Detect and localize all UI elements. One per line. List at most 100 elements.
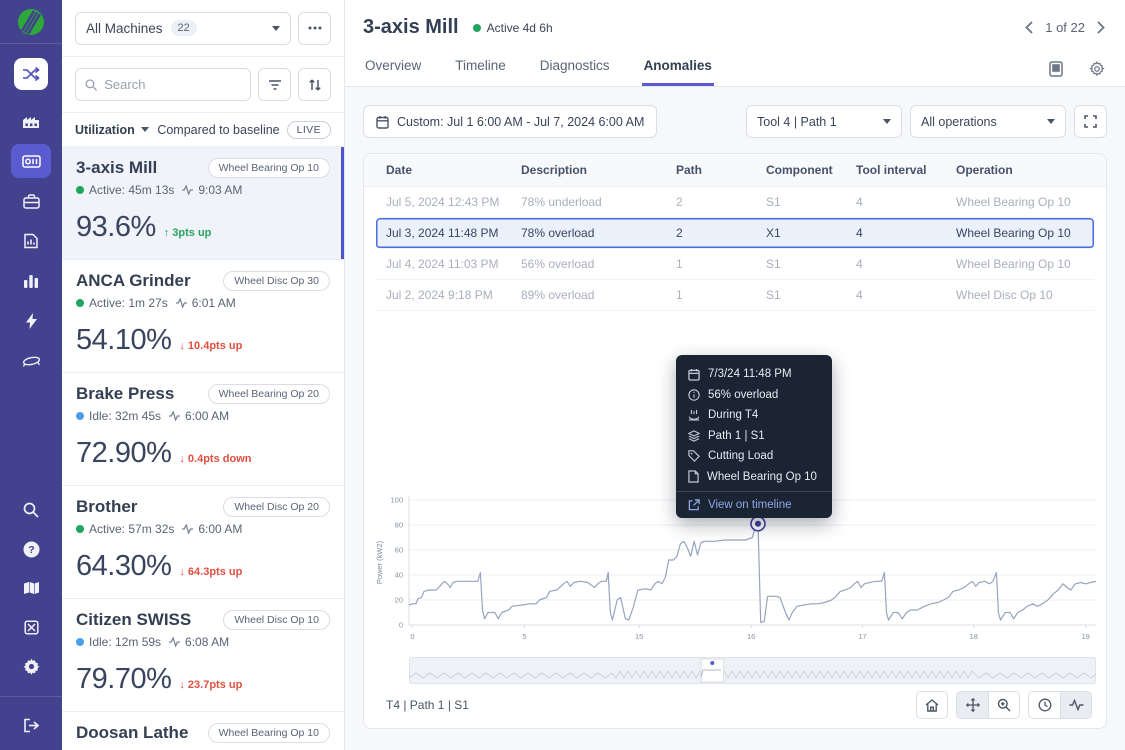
sidebar-item-logout[interactable] — [11, 708, 51, 742]
status-text: Active: 45m 13s — [89, 183, 174, 197]
time-view-button[interactable] — [1029, 692, 1060, 718]
activity-pulse-icon — [182, 185, 193, 195]
utilization-delta: ↑ 3pts up — [164, 227, 212, 239]
status-text: Idle: 32m 45s — [89, 409, 161, 423]
operations-dropdown[interactable]: All operations — [910, 105, 1066, 138]
tab-bar: Overview Timeline Diagnostics Anomalies — [345, 50, 1125, 86]
operation-pill: Wheel Bearing Op 10 — [208, 723, 330, 743]
sidebar-item-analytics[interactable] — [11, 264, 51, 298]
sidebar-item-map[interactable] — [11, 571, 51, 605]
tooltip-tool-interval: During T4 — [708, 409, 758, 421]
pan-mode-button[interactable] — [957, 692, 988, 718]
sidebar-item-factory[interactable] — [11, 104, 51, 138]
machine-name: Brake Press — [76, 384, 174, 404]
pan-arrows-icon — [966, 698, 980, 712]
machine-name: ANCA Grinder — [76, 271, 191, 291]
shuffle-button[interactable] — [14, 58, 48, 90]
tab-anomalies[interactable]: Anomalies — [642, 50, 714, 86]
fullscreen-button[interactable] — [1074, 105, 1107, 138]
sidebar-item-settings[interactable] — [11, 649, 51, 683]
app-logo[interactable] — [0, 0, 62, 44]
metric-dropdown[interactable]: Utilization — [75, 123, 149, 137]
brand-logo-icon — [16, 7, 46, 37]
anomalies-card: Date Description Path Component Tool int… — [363, 153, 1107, 729]
tab-timeline[interactable]: Timeline — [453, 50, 508, 86]
zoom-mode-button[interactable] — [988, 692, 1019, 718]
machine-card-brake-press[interactable]: Brake Press Wheel Bearing Op 20 Idle: 32… — [62, 373, 344, 486]
ellipsis-icon — [308, 26, 322, 30]
col-date: Date — [386, 163, 521, 177]
more-options-button[interactable] — [298, 12, 331, 45]
machine-card-brother[interactable]: Brother Wheel Disc Op 20 Active: 57m 32s… — [62, 486, 344, 599]
chart-context-label: T4 | Path 1 | S1 — [386, 698, 469, 712]
svg-text:18: 18 — [970, 632, 978, 641]
report-document-icon — [24, 233, 38, 249]
filter-button[interactable] — [258, 68, 291, 101]
sidebar-item-toolbox[interactable] — [11, 184, 51, 218]
status-time: 6:00 AM — [185, 409, 229, 423]
operation-pill: Wheel Disc Op 20 — [223, 497, 330, 517]
gear-icon — [23, 658, 40, 675]
utilization-percent: 54.10% — [76, 324, 171, 357]
sidebar-item-machines[interactable] — [11, 144, 51, 178]
toolbox-icon — [23, 194, 40, 209]
signal-view-button[interactable] — [1060, 692, 1091, 718]
chevron-down-icon — [883, 119, 891, 124]
svg-text:15: 15 — [635, 632, 643, 641]
machine-card-citizen-swiss[interactable]: Citizen SWISS Wheel Disc Op 10 Idle: 12m… — [62, 599, 344, 712]
sidebar-item-power[interactable] — [11, 304, 51, 338]
svg-text:16: 16 — [747, 632, 755, 641]
tooltip-operation: Wheel Bearing Op 10 — [707, 471, 817, 483]
zoom-in-icon — [997, 698, 1011, 712]
shuffle-icon — [22, 66, 40, 82]
tab-overview[interactable]: Overview — [363, 50, 423, 86]
table-row[interactable]: Jul 5, 2024 12:43 PM78% underload 2S1 4W… — [376, 187, 1094, 218]
machine-card-3-axis-mill[interactable]: 3-axis Mill Wheel Bearing Op 10 Active: … — [62, 147, 344, 260]
container-box-icon — [24, 620, 39, 635]
utilization-delta: ↓ 10.4pts up — [179, 340, 242, 352]
factory-icon — [22, 113, 40, 129]
activity-pulse-icon — [169, 411, 180, 421]
chart-minimap[interactable] — [409, 657, 1096, 689]
sidebar-item-help[interactable]: ? — [11, 532, 51, 566]
date-range-button[interactable]: Custom: Jul 1 6:00 AM - Jul 7, 2024 6:00… — [363, 105, 657, 138]
sidebar-item-integrations[interactable] — [11, 610, 51, 644]
svg-text:Power (kW2): Power (kW2) — [375, 540, 384, 584]
reset-view-button[interactable] — [916, 691, 948, 719]
table-row[interactable]: Jul 2, 2024 9:18 PM89% overload 1S1 4Whe… — [376, 280, 1094, 311]
bolt-icon — [25, 313, 38, 329]
bar-chart-icon — [23, 274, 39, 289]
status-text: Active: 1m 27s — [89, 296, 168, 310]
view-on-timeline-link[interactable]: View on timeline — [676, 491, 832, 518]
search-icon — [85, 78, 97, 92]
tag-icon — [688, 450, 700, 462]
status-time: 6:01 AM — [192, 296, 236, 310]
sidebar-item-search[interactable] — [11, 493, 51, 527]
fullscreen-icon — [1084, 115, 1097, 128]
main-area: 3-axis Mill Active 4d 6h 1 of 22 Overvie… — [345, 0, 1125, 750]
machine-search[interactable] — [75, 68, 251, 101]
next-machine-button[interactable] — [1097, 21, 1105, 34]
kiosk-display-button[interactable] — [1049, 61, 1063, 77]
machine-card-doosan-lathe[interactable]: Doosan Lathe Wheel Bearing Op 10 Active:… — [62, 712, 344, 750]
search-input[interactable] — [104, 77, 241, 92]
sort-button[interactable] — [298, 68, 331, 101]
status-dot — [76, 412, 84, 420]
tab-diagnostics[interactable]: Diagnostics — [538, 50, 612, 86]
machine-card-anca-grinder[interactable]: ANCA Grinder Wheel Disc Op 30 Active: 1m… — [62, 260, 344, 373]
sidebar-item-reports[interactable] — [11, 224, 51, 258]
status-dot — [76, 186, 84, 194]
status-time: 9:03 AM — [198, 183, 242, 197]
status-text: Idle: 12m 59s — [89, 635, 161, 649]
machine-name: 3-axis Mill — [76, 158, 157, 178]
prev-machine-button[interactable] — [1025, 21, 1033, 34]
operations-label: All operations — [921, 115, 997, 129]
table-row-selected[interactable]: Jul 3, 2024 11:48 PM78% overload 2X1 4Wh… — [376, 218, 1094, 249]
table-row[interactable]: Jul 4, 2024 11:03 PM56% overload 1S1 4Wh… — [376, 249, 1094, 280]
tool-path-dropdown[interactable]: Tool 4 | Path 1 — [746, 105, 902, 138]
sidebar-item-grinder[interactable] — [11, 344, 51, 378]
minimap-brush — [409, 657, 1096, 684]
sidebar-bottom-nav: ? — [0, 493, 62, 750]
machines-dropdown[interactable]: All Machines 22 — [75, 12, 291, 45]
settings-button[interactable] — [1089, 61, 1105, 77]
